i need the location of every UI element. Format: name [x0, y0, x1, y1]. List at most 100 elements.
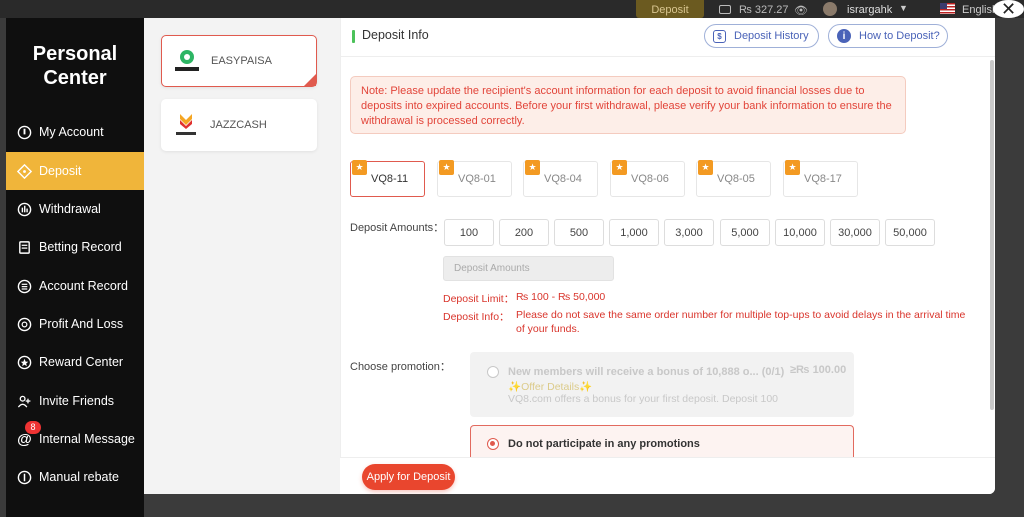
deposit-limit-label: Deposit Limit：	[443, 293, 515, 305]
balance-value: ₨ 327.27	[739, 4, 789, 16]
promotion-description: VQ8.com offers a bonus for your first de…	[508, 393, 779, 405]
payment-method-label: JAZZCASH	[210, 119, 267, 131]
promotion-min-amount: ≥₨ 100.00	[790, 364, 847, 376]
amount-option[interactable]: 10,000	[775, 219, 825, 246]
sidebar-item-label: Reward Center	[39, 355, 124, 369]
payment-method-easypaisa[interactable]: EASYPAISA	[161, 35, 317, 87]
sidebar-item-label: Internal Message	[39, 432, 135, 446]
deposit-info-label: Deposit Info：	[443, 311, 510, 323]
sidebar-item-betting-record[interactable]: Betting Record	[6, 228, 144, 266]
deposit-limit-value: ₨ 100 - ₨ 50,000	[516, 291, 606, 303]
sidebar-item-label: Account Record	[39, 279, 128, 293]
message-count-badge: 8	[25, 421, 41, 434]
hot-tag-icon: ★	[525, 160, 540, 175]
payment-method-label: EASYPAISA	[211, 55, 272, 67]
sidebar-item-label: Profit And Loss	[39, 317, 124, 331]
account-icon	[16, 124, 33, 141]
wallet-icon	[719, 5, 731, 14]
sidebar-item-label: Invite Friends	[39, 394, 115, 408]
sidebar-item-profit-loss[interactable]: Profit And Loss	[6, 305, 144, 343]
sidebar-title-line2: Center	[43, 67, 107, 89]
channel-option[interactable]: ★ VQ8-05	[696, 160, 771, 197]
deposit-amount-input[interactable]: Deposit Amounts	[443, 256, 614, 281]
sidebar-title: Personal Center	[6, 42, 144, 90]
sidebar-item-my-account[interactable]: My Account	[6, 113, 144, 151]
reward-icon	[16, 354, 33, 371]
top-deposit-button[interactable]: Deposit	[636, 0, 704, 18]
hot-tag-icon: ★	[352, 160, 367, 175]
amount-option[interactable]: 5,000	[720, 219, 770, 246]
rebate-icon	[16, 469, 33, 486]
sidebar-title-line1: Personal	[32, 43, 118, 65]
amount-option[interactable]: 30,000	[830, 219, 880, 246]
sidebar-item-label: Withdrawal	[39, 202, 101, 216]
payment-method-jazzcash[interactable]: JAZZCASH	[161, 99, 317, 151]
account-record-icon	[16, 278, 33, 295]
username[interactable]: isrargahk	[847, 4, 892, 16]
channel-label: VQ8-06	[631, 173, 669, 185]
sidebar-item-label: Betting Record	[39, 240, 122, 254]
offer-details-link[interactable]: ✨Offer Details✨	[508, 380, 592, 393]
profit-loss-icon	[16, 316, 33, 333]
page-title: Deposit Info	[362, 28, 429, 42]
channel-label: VQ8-05	[717, 173, 755, 185]
channel-option[interactable]: ★ VQ8-01	[437, 160, 512, 197]
scrollbar[interactable]	[990, 60, 994, 410]
promotion-radio[interactable]	[487, 366, 499, 378]
notice-banner: Note: Please update the recipient's acco…	[350, 76, 906, 134]
sidebar-item-label: Manual rebate	[39, 470, 119, 484]
deposit-history-button[interactable]: $ Deposit History	[704, 24, 819, 48]
channel-label: VQ8-01	[458, 173, 496, 185]
sidebar-item-manual-rebate[interactable]: Manual rebate	[6, 458, 144, 496]
channel-option[interactable]: ★ VQ8-11	[350, 160, 425, 197]
withdrawal-icon	[16, 201, 33, 218]
header-divider	[340, 56, 995, 57]
channel-label: VQ8-04	[544, 173, 582, 185]
eye-icon[interactable]: 👁	[794, 4, 808, 17]
no-promotion-label: Do not participate in any promotions	[508, 438, 700, 450]
jazzcash-logo	[170, 109, 202, 141]
deposit-info-text: Please do not save the same order number…	[516, 309, 966, 335]
betting-record-icon	[16, 239, 33, 256]
channel-option[interactable]: ★ VQ8-17	[783, 160, 858, 197]
close-icon[interactable]: ✕	[993, 0, 1024, 19]
chevron-down-icon[interactable]: ▼	[899, 3, 908, 13]
apply-for-deposit-button[interactable]: Apply for Deposit	[362, 464, 455, 490]
deposit-icon	[16, 163, 33, 180]
hot-tag-icon: ★	[612, 160, 627, 175]
invite-icon	[16, 393, 33, 410]
sidebar-item-account-record[interactable]: Account Record	[6, 267, 144, 305]
deposit-history-label: Deposit History	[734, 30, 809, 42]
sidebar-item-deposit[interactable]: Deposit	[6, 152, 144, 190]
channel-label: VQ8-11	[371, 173, 409, 185]
footer-divider	[340, 457, 995, 458]
promotion-title: New members will receive a bonus of 10,8…	[508, 366, 785, 378]
how-to-deposit-button[interactable]: i How to Deposit?	[828, 24, 948, 48]
channel-label: VQ8-17	[804, 173, 842, 185]
sidebar-item-reward-center[interactable]: Reward Center	[6, 343, 144, 381]
promotion-radio-selected[interactable]	[487, 438, 499, 450]
us-flag-icon[interactable]	[940, 3, 955, 14]
amount-option[interactable]: 50,000	[885, 219, 935, 246]
hot-tag-icon: ★	[785, 160, 800, 175]
how-to-deposit-label: How to Deposit?	[859, 30, 940, 42]
sidebar-item-label: Deposit	[39, 164, 82, 178]
deposit-amounts-label: Deposit Amounts：	[350, 222, 445, 234]
history-icon: $	[713, 29, 726, 43]
avatar[interactable]	[823, 2, 837, 16]
amount-option[interactable]: 100	[444, 219, 494, 246]
easypaisa-logo	[171, 45, 203, 77]
amount-option[interactable]: 200	[499, 219, 549, 246]
channel-option[interactable]: ★ VQ8-04	[523, 160, 598, 197]
amount-option[interactable]: 500	[554, 219, 604, 246]
hot-tag-icon: ★	[439, 160, 454, 175]
hot-tag-icon: ★	[698, 160, 713, 175]
sidebar-item-invite-friends[interactable]: Invite Friends	[6, 382, 144, 420]
sidebar-item-withdrawal[interactable]: Withdrawal	[6, 190, 144, 228]
amount-option[interactable]: 1,000	[609, 219, 659, 246]
channel-option[interactable]: ★ VQ8-06	[610, 160, 685, 197]
section-marker	[352, 30, 355, 43]
info-icon: i	[837, 29, 851, 43]
amount-option[interactable]: 3,000	[664, 219, 714, 246]
choose-promotion-label: Choose promotion：	[350, 361, 451, 373]
